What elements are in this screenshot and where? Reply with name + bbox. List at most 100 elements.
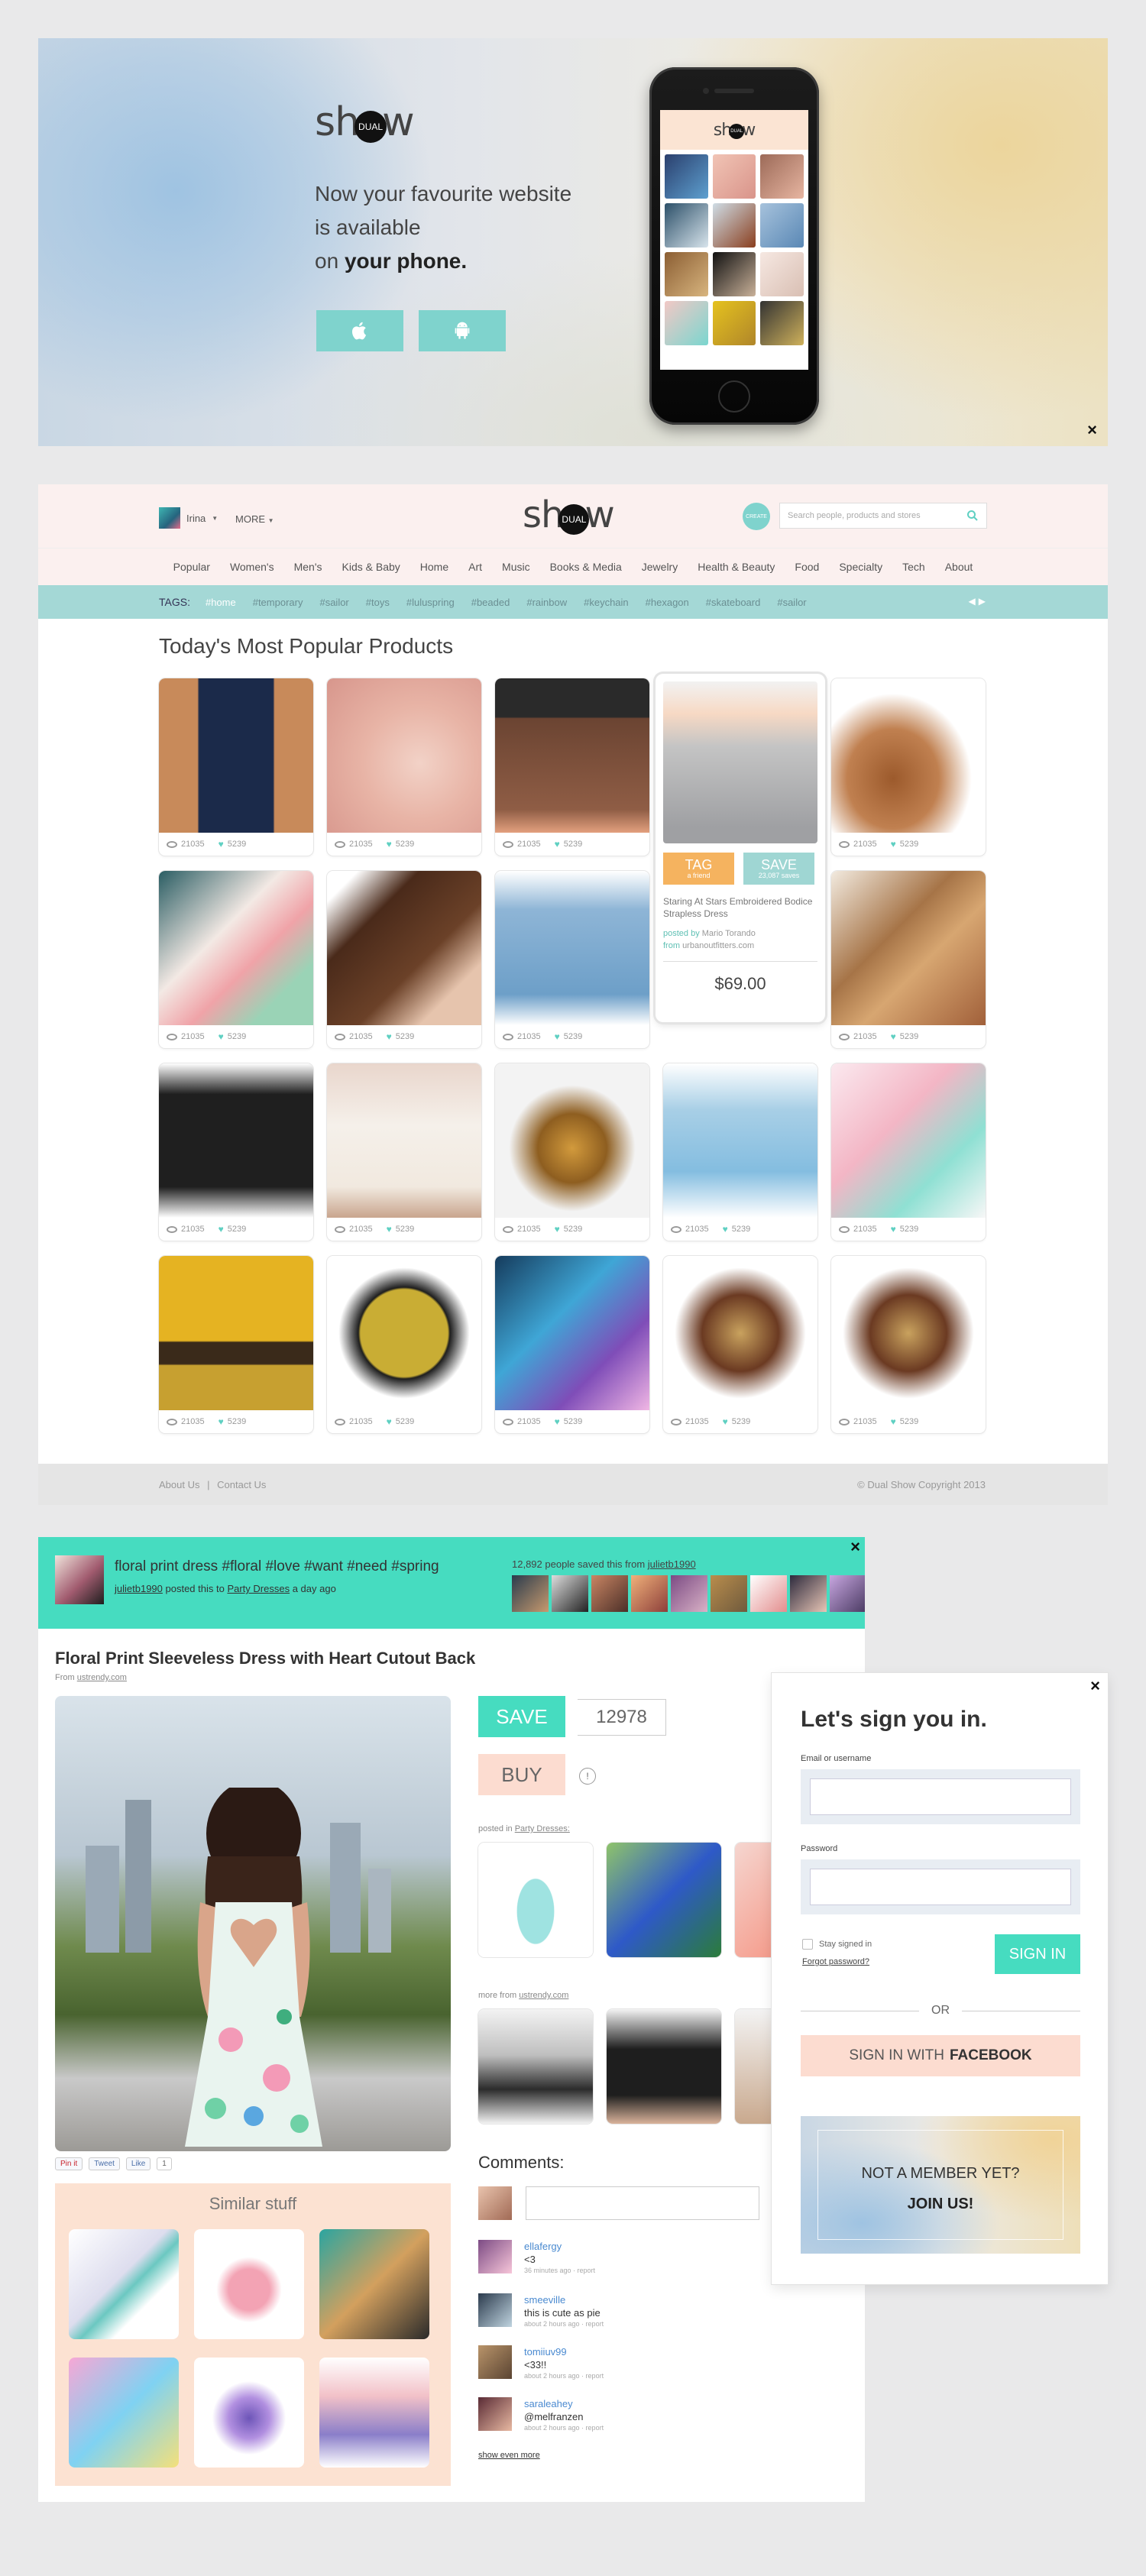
similar-item[interactable] [69, 2358, 179, 2468]
email-field[interactable] [810, 1778, 1071, 1815]
forgot-password-link[interactable]: Forgot password? [802, 1957, 869, 1966]
product-image[interactable] [327, 871, 481, 1025]
board-item-thumb[interactable] [478, 1843, 593, 1957]
product-image[interactable] [495, 1256, 649, 1410]
avatar[interactable] [552, 1575, 588, 1612]
product-image[interactable] [495, 678, 649, 833]
avatar[interactable] [830, 1575, 865, 1612]
product-image[interactable] [159, 1256, 313, 1410]
tag-link[interactable]: #sailor [319, 597, 359, 608]
product-image[interactable] [159, 1063, 313, 1218]
product-image[interactable] [831, 1063, 986, 1218]
product-card[interactable]: 21035 ♥ 5239 [327, 1063, 481, 1241]
avatar[interactable] [750, 1575, 787, 1612]
product-card-expanded[interactable]: TAG a friend SAVE 23,087 saves Staring At St… [656, 674, 825, 1022]
google-play-button[interactable] [419, 310, 506, 351]
product-image[interactable] [831, 1256, 986, 1410]
chevron-right-icon[interactable]: ▶ [979, 596, 986, 607]
save-button[interactable]: SAVE [478, 1696, 565, 1737]
posted-by-user[interactable]: Mario Torando [702, 929, 756, 938]
nav-item-food[interactable]: Food [785, 561, 829, 573]
product-image[interactable] [495, 1063, 649, 1218]
product-card[interactable]: 21035 ♥ 5239 [663, 1063, 817, 1241]
avatar[interactable] [790, 1575, 827, 1612]
product-image[interactable] [495, 871, 649, 1025]
product-card[interactable]: 21035 ♥ 5239 [831, 678, 986, 856]
product-card[interactable]: 21035 ♥ 5239 [327, 871, 481, 1048]
board-link[interactable]: Party Dresses: [515, 1824, 570, 1833]
board-link[interactable]: Party Dresses [227, 1583, 290, 1594]
nav-item-home[interactable]: Home [410, 561, 458, 573]
comment-user-link[interactable]: tomiiuv99 [524, 2345, 604, 2358]
main-product-photo[interactable] [55, 1696, 451, 2151]
board-item-thumb[interactable] [607, 1843, 721, 1957]
product-card[interactable]: 21035 ♥ 5239 [495, 678, 649, 856]
nav-item-books-media[interactable]: Books & Media [540, 561, 632, 573]
product-card[interactable]: 21035 ♥ 5239 [495, 1256, 649, 1433]
tag-link[interactable]: #sailor [777, 597, 817, 608]
similar-item[interactable] [194, 2358, 304, 2468]
close-icon[interactable]: × [1087, 422, 1097, 439]
nav-item-jewelry[interactable]: Jewelry [632, 561, 688, 573]
tag-link[interactable]: #home [206, 597, 247, 608]
create-button[interactable]: CREATE [743, 503, 770, 530]
avatar[interactable] [671, 1575, 707, 1612]
search-input[interactable] [788, 511, 963, 520]
close-icon[interactable]: × [850, 1537, 860, 1557]
product-card[interactable]: 21035 ♥ 5239 [495, 1063, 649, 1241]
nav-item-about[interactable]: About [935, 561, 983, 573]
tag-a-friend-button[interactable]: TAG a friend [663, 853, 734, 885]
avatar[interactable] [478, 2293, 512, 2327]
tag-link[interactable]: #temporary [253, 597, 314, 608]
facebook-sign-in-button[interactable]: SIGN IN WITH FACEBOOK [801, 2035, 1080, 2076]
nav-item-specialty[interactable]: Specialty [829, 561, 892, 573]
close-icon[interactable]: × [1090, 1676, 1100, 1696]
user-menu[interactable]: Irina ▼ [159, 507, 218, 529]
join-us-banner[interactable]: NOT A MEMBER YET? JOIN US! [801, 2116, 1080, 2254]
product-card[interactable]: 21035 ♥ 5239 [327, 678, 481, 856]
avatar[interactable] [631, 1575, 668, 1612]
tag-link[interactable]: #luluspring [406, 597, 465, 608]
join-us-button[interactable]: JOIN US! [801, 2196, 1080, 2213]
comment-user-link[interactable]: smeeville [524, 2293, 604, 2306]
product-image[interactable] [327, 1063, 481, 1218]
comment-input[interactable] [526, 2186, 759, 2220]
product-image[interactable] [663, 681, 817, 843]
product-card[interactable]: 21035 ♥ 5239 [327, 1256, 481, 1433]
tweet-button[interactable]: Tweet [89, 2157, 120, 2170]
footer-contact-link[interactable]: Contact Us [217, 1479, 266, 1490]
tag-link[interactable]: #beaded [471, 597, 521, 608]
stay-signed-in-checkbox[interactable] [802, 1939, 813, 1950]
source-item-thumb[interactable] [607, 2009, 721, 2124]
product-image[interactable] [831, 678, 986, 833]
tag-link[interactable]: #keychain [584, 597, 639, 608]
product-card[interactable]: 21035 ♥ 5239 [831, 871, 986, 1048]
nav-item-popular[interactable]: Popular [163, 561, 220, 573]
more-menu[interactable]: MORE ▼ [235, 513, 274, 525]
app-store-button[interactable] [316, 310, 403, 351]
tag-link[interactable]: #hexagon [646, 597, 700, 608]
poster-link[interactable]: julietb1990 [115, 1583, 163, 1594]
product-card[interactable]: 21035 ♥ 5239 [159, 678, 313, 856]
product-card[interactable]: 21035 ♥ 5239 [159, 1063, 313, 1241]
avatar[interactable] [711, 1575, 747, 1612]
product-image[interactable] [159, 678, 313, 833]
nav-item-mens[interactable]: Men's [284, 561, 332, 573]
item-thumbnail[interactable] [55, 1555, 104, 1604]
product-card[interactable]: 21035 ♥ 5239 [831, 1256, 986, 1433]
similar-item[interactable] [194, 2229, 304, 2339]
nav-item-art[interactable]: Art [458, 561, 492, 573]
product-image[interactable] [327, 1256, 481, 1410]
password-field[interactable] [810, 1869, 1071, 1905]
comment-user-link[interactable]: saraleahey [524, 2397, 604, 2410]
similar-item[interactable] [319, 2358, 429, 2468]
nav-item-health-beauty[interactable]: Health & Beauty [688, 561, 785, 573]
nav-item-womens[interactable]: Women's [220, 561, 284, 573]
nav-item-tech[interactable]: Tech [892, 561, 935, 573]
similar-item[interactable] [319, 2229, 429, 2339]
saved-from-link[interactable]: julietb1990 [648, 1558, 696, 1570]
product-card[interactable]: 21035 ♥ 5239 [831, 1063, 986, 1241]
product-card[interactable]: 21035 ♥ 5239 [663, 1256, 817, 1433]
product-image[interactable] [663, 1063, 817, 1218]
product-image[interactable] [831, 871, 986, 1025]
